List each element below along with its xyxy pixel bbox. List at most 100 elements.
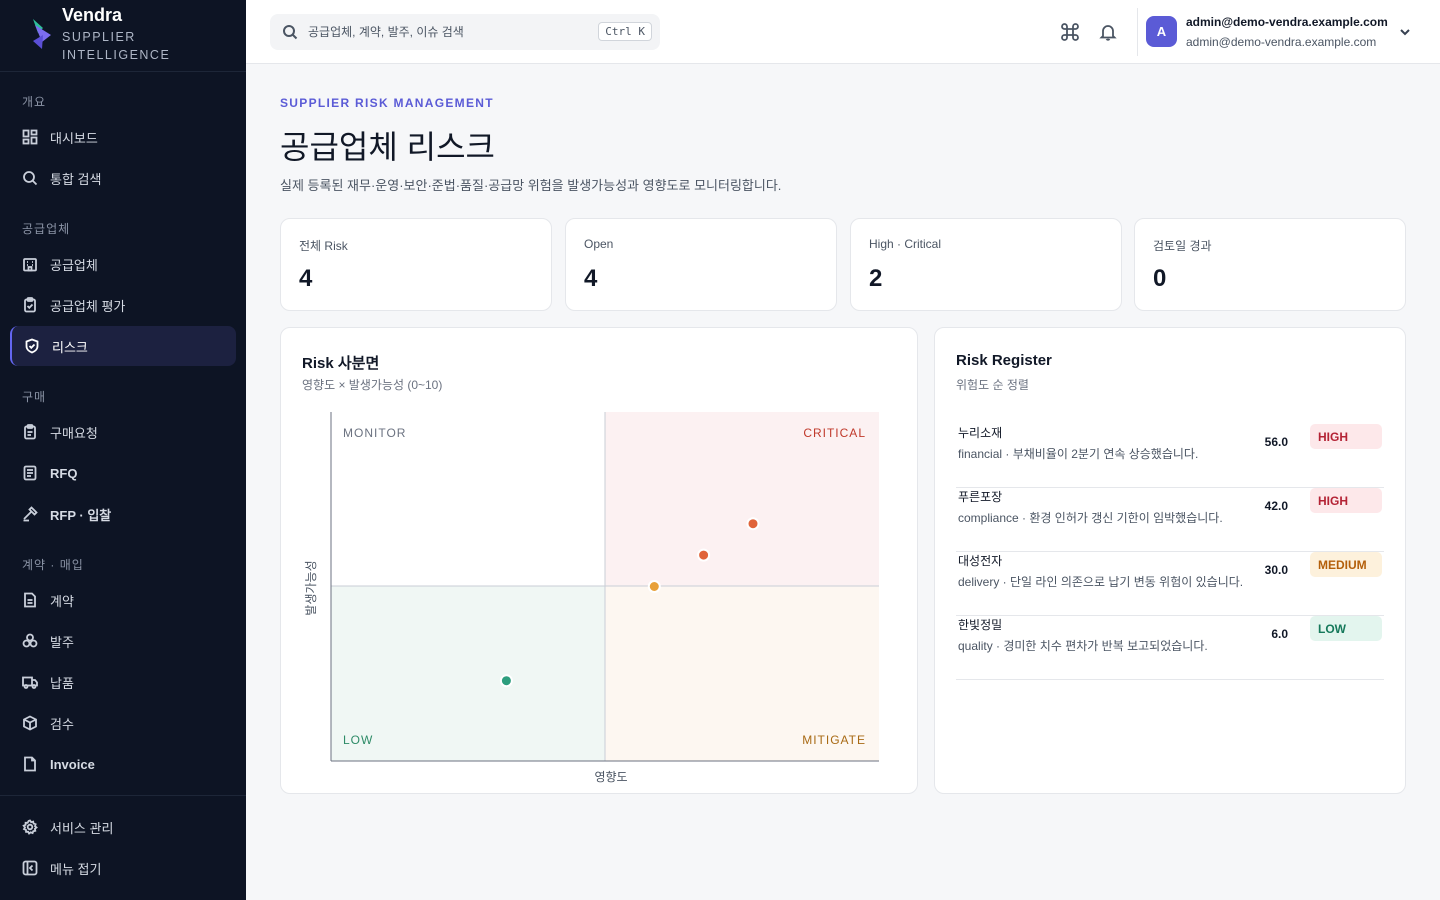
search-input[interactable] [308,25,588,39]
risk-point[interactable] [746,517,760,531]
nav-section-contracts: 계약 · 매입 [22,558,84,572]
sidebar: Vendra SUPPLIER INTELLIGENCE 개요 공급업체 구매 … [0,0,246,900]
stat-card-review-overdue: 검토일 경과 0 [1134,218,1406,311]
x-axis-label: 영향도 [594,770,627,784]
stat-label: 검토일 경과 [1153,239,1212,253]
risk-level-badge: HIGH [1310,424,1382,449]
register-row[interactable]: 누리소재 financial · 부채비율이 2분기 연속 상승했습니다. 56… [956,424,1384,488]
register-supplier-name: 한빛정밀 [958,618,1003,632]
sidebar-item-dashboard[interactable]: 대시보드 [10,117,236,157]
chevron-down-icon[interactable] [1398,25,1412,39]
page-eyebrow: SUPPLIER RISK MANAGEMENT [280,96,494,110]
register-score: 56.0 [1264,435,1288,449]
risk-level-badge: LOW [1310,616,1382,641]
risk-register-card: Risk Register 위험도 순 정렬 누리소재 financial · … [934,327,1406,794]
brand-name: Vendra [62,5,123,25]
header-divider [1137,8,1138,56]
register-row[interactable]: 한빛정밀 quality · 경미한 치수 편차가 반복 보고되었습니다. 6.… [956,616,1384,680]
register-supplier-name: 대성전자 [958,554,1003,568]
stat-card-open: Open 4 [565,218,837,311]
global-search[interactable]: Ctrl K [270,14,660,50]
sidebar-item-label: RFQ [50,465,78,481]
brand[interactable]: Vendra SUPPLIER INTELLIGENCE [0,0,246,72]
register-row[interactable]: 푸른포장 compliance · 환경 인허가 갱신 기한이 임박했습니다. … [956,488,1384,552]
register-description: compliance · 환경 인허가 갱신 기한이 임박했습니다. [958,511,1223,525]
sidebar-item-purchase-order[interactable]: 발주 [10,621,236,661]
clipboard-icon [24,424,36,440]
sidebar-item-inspection[interactable]: 검수 [10,703,236,743]
sidebar-item-suppliers[interactable]: 공급업체 [10,244,236,284]
sidebar-item-invoice[interactable]: Invoice [10,744,236,784]
document-list-icon [23,465,37,481]
stat-label: High · Critical [869,237,942,251]
page-title: 공급업체 리스크 [280,129,495,165]
stat-label: 전체 Risk [299,239,348,253]
sidebar-item-supplier-evaluation[interactable]: 공급업체 평가 [10,285,236,325]
risk-level-badge: HIGH [1310,488,1382,513]
sidebar-item-service-admin[interactable]: 서비스 관리 [10,807,236,847]
sidebar-item-label: 서비스 관리 [50,820,114,836]
document-icon [24,592,36,608]
quadrant-label-critical: CRITICAL [803,426,866,440]
risk-point[interactable] [647,580,661,593]
sidebar-item-contract[interactable]: 계약 [10,580,236,620]
sidebar-item-label: 발주 [50,634,74,650]
sidebar-divider [0,795,246,796]
boxes-icon [22,633,38,648]
register-supplier-name: 푸른포장 [958,490,1003,504]
sidebar-item-label: 통합 검색 [50,171,102,187]
sidebar-item-label: 납품 [50,675,74,691]
sidebar-item-purchase-request[interactable]: 구매요청 [10,412,236,452]
nav-section-overview: 개요 [22,95,47,109]
building-icon [23,258,37,272]
card-title: Risk Register [956,352,1052,369]
risk-point[interactable] [499,674,513,688]
sidebar-item-label: 검수 [50,716,74,732]
register-score: 42.0 [1264,499,1288,513]
sidebar-item-risk[interactable]: 리스크 [10,326,236,366]
user-email: admin@demo-vendra.example.com [1186,35,1377,49]
collapse-icon [22,860,38,876]
sidebar-item-label: 리스크 [52,339,88,355]
register-description: financial · 부채비율이 2분기 연속 상승했습니다. [958,447,1199,461]
sidebar-item-search[interactable]: 통합 검색 [10,158,236,198]
sidebar-item-delivery[interactable]: 납품 [10,662,236,702]
sidebar-item-label: 메뉴 접기 [50,861,102,877]
command-icon[interactable] [1060,22,1080,42]
search-shortcut-hint: Ctrl K [598,22,652,41]
sidebar-item-label: 계약 [50,593,74,609]
risk-quadrant-card: Risk 사분면 영향도 × 발생가능성 (0~10) MONITOR CRIT… [280,327,918,794]
top-header: Ctrl K A admin@demo-vendra.example.com a… [246,0,1440,64]
sidebar-item-label: 대시보드 [50,130,98,146]
quadrant-label-monitor: MONITOR [343,426,406,440]
sidebar-item-label: 구매요청 [50,425,98,441]
risk-quadrant-chart: MONITOR CRITICAL LOW MITIGATE 영향도 발생가능성 [304,412,879,784]
invoice-icon [24,756,36,772]
sidebar-item-rfp-bidding[interactable]: RFP · 입찰 [10,494,236,534]
sidebar-item-label: 공급업체 평가 [50,298,126,314]
avatar[interactable]: A [1146,16,1177,47]
gear-icon [22,819,38,835]
quadrant-label-mitigate: MITIGATE [802,733,866,747]
dashboard-icon [22,129,38,145]
register-description: delivery · 단일 라인 의존으로 납기 변동 위험이 있습니다. [958,575,1244,589]
stat-value: 4 [584,265,598,292]
package-check-icon [23,715,37,731]
stat-value: 0 [1153,265,1167,292]
register-supplier-name: 누리소재 [958,426,1003,440]
sidebar-item-rfq[interactable]: RFQ [10,453,236,493]
risk-point[interactable] [697,548,711,562]
stat-card-high-critical: High · Critical 2 [850,218,1122,311]
bell-icon[interactable] [1098,22,1118,42]
nav-section-purchasing: 구매 [22,390,47,404]
page-description: 실제 등록된 재무·운영·보안·준법·품질·공급망 위험을 발생가능성과 영향도… [280,178,782,193]
gavel-icon [23,506,38,522]
sidebar-item-collapse-menu[interactable]: 메뉴 접기 [10,848,236,888]
register-row[interactable]: 대성전자 delivery · 단일 라인 의존으로 납기 변동 위험이 있습니… [956,552,1384,616]
sidebar-item-label: 공급업체 [50,257,98,273]
search-icon [283,25,298,40]
search-icon [23,171,38,186]
clipboard-check-icon [24,297,36,313]
quadrant-label-low: LOW [343,733,373,747]
user-name[interactable]: admin@demo-vendra.example.com [1186,15,1388,29]
